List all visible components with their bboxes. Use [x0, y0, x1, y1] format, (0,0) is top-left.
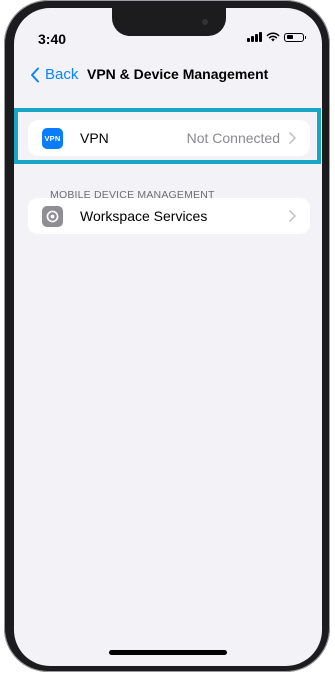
workspace-services-label: Workspace Services	[80, 208, 208, 224]
home-indicator	[109, 650, 227, 655]
battery-icon	[284, 32, 306, 42]
wifi-icon	[266, 32, 280, 42]
camera-dot	[202, 19, 208, 25]
back-label: Back	[45, 66, 79, 83]
page-title: VPN & Device Management	[87, 66, 269, 82]
navigation-bar: Back VPN & Device Management	[14, 66, 322, 88]
gear-icon	[42, 206, 63, 227]
phone-screen: 3:40 Back VPN & Device Management VPN VP…	[14, 8, 322, 666]
back-button[interactable]: Back	[30, 66, 78, 83]
highlight-box	[14, 108, 321, 164]
status-icons	[247, 32, 306, 42]
chevron-left-icon	[31, 67, 39, 82]
workspace-services-row[interactable]: Workspace Services	[28, 198, 310, 234]
chevron-right-icon	[289, 210, 296, 222]
mdm-group: Workspace Services	[28, 198, 310, 234]
status-time: 3:40	[38, 31, 67, 47]
phone-frame: 3:40 Back VPN & Device Management VPN VP…	[4, 0, 330, 672]
notch	[112, 8, 226, 36]
cellular-signal-icon	[247, 32, 262, 42]
